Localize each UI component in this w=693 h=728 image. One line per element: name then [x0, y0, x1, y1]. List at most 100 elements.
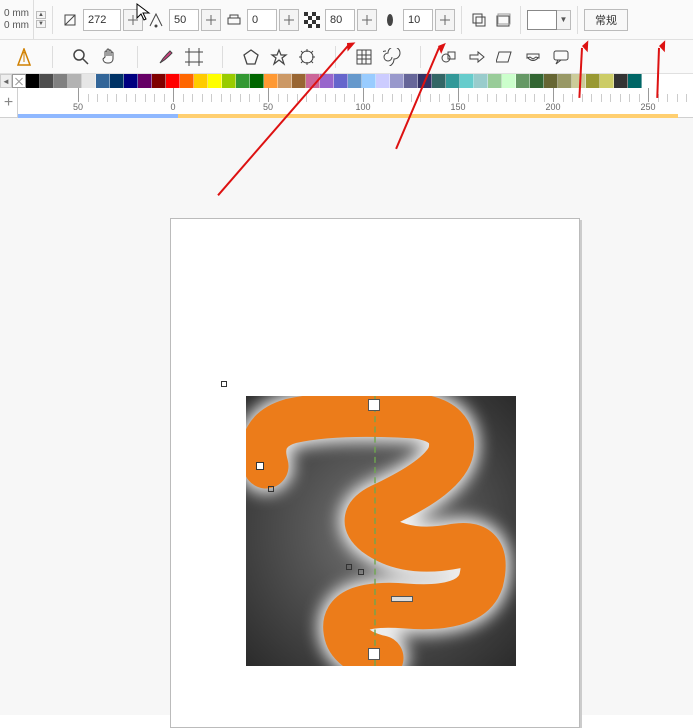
- polygon-icon[interactable]: [239, 45, 263, 69]
- palette-swatch[interactable]: [600, 74, 614, 88]
- palette-swatch[interactable]: [96, 74, 110, 88]
- chevron-down-icon[interactable]: ▼: [557, 10, 571, 30]
- palette-swatch[interactable]: [544, 74, 558, 88]
- vertical-guide[interactable]: [374, 396, 376, 666]
- palette-swatch[interactable]: [152, 74, 166, 88]
- artwork-background[interactable]: [246, 396, 516, 666]
- brush-stroke[interactable]: [246, 396, 516, 666]
- palette-swatch[interactable]: [614, 74, 628, 88]
- palette-swatch[interactable]: [348, 74, 362, 88]
- palette-swatch[interactable]: [586, 74, 600, 88]
- palette-swatch[interactable]: [362, 74, 376, 88]
- palette-swatch[interactable]: [110, 74, 124, 88]
- palette-cells[interactable]: [26, 74, 642, 88]
- palette-swatch[interactable]: [320, 74, 334, 88]
- star-icon[interactable]: [267, 45, 291, 69]
- nib-size-input[interactable]: [83, 9, 121, 31]
- zoom-icon[interactable]: [69, 45, 93, 69]
- palette-swatch[interactable]: [558, 74, 572, 88]
- color-swatch[interactable]: [527, 10, 557, 30]
- stepper-down-icon[interactable]: ▼: [36, 20, 46, 28]
- pan-hand-icon[interactable]: [97, 45, 121, 69]
- complex-star-icon[interactable]: [295, 45, 319, 69]
- graph-paper-icon[interactable]: [352, 45, 376, 69]
- property-bar: 0 mm 0 mm ▲ ▼: [0, 0, 693, 40]
- palette-swatch[interactable]: [26, 74, 40, 88]
- color-swatch-dropdown[interactable]: ▼: [527, 10, 571, 30]
- tilt-nudge[interactable]: [201, 9, 221, 31]
- palette-swatch[interactable]: [572, 74, 586, 88]
- palette-swatch[interactable]: [404, 74, 418, 88]
- palette-swatch[interactable]: [138, 74, 152, 88]
- stepper-up-icon[interactable]: ▲: [36, 11, 46, 19]
- palette-swatch[interactable]: [502, 74, 516, 88]
- palette-swatch[interactable]: [82, 74, 96, 88]
- palette-swatch[interactable]: [530, 74, 544, 88]
- arrow-shapes-icon[interactable]: [465, 45, 489, 69]
- palette-swatch[interactable]: [250, 74, 264, 88]
- feather-nudge[interactable]: [435, 9, 455, 31]
- crop-guides-icon[interactable]: [182, 45, 206, 69]
- palette-swatch[interactable]: [40, 74, 54, 88]
- selection-handle-bottom[interactable]: [368, 648, 380, 660]
- palette-swatch[interactable]: [124, 74, 138, 88]
- palette-swatch[interactable]: [460, 74, 474, 88]
- palette-swatch[interactable]: [166, 74, 180, 88]
- palette-swatch[interactable]: [222, 74, 236, 88]
- divider: [137, 46, 138, 68]
- antialias-toggle[interactable]: [468, 9, 490, 31]
- ruler-origin-icon[interactable]: +: [0, 88, 18, 118]
- nib-size-nudge[interactable]: [123, 9, 143, 31]
- node-handle[interactable]: [256, 462, 264, 470]
- direction-indicator: [391, 596, 413, 602]
- callout-shapes-icon[interactable]: [549, 45, 573, 69]
- palette-swatch[interactable]: [516, 74, 530, 88]
- palette-swatch[interactable]: [446, 74, 460, 88]
- divider: [420, 46, 421, 68]
- bearing-nudge[interactable]: [279, 9, 299, 31]
- palette-scroll-left[interactable]: ◄: [0, 74, 12, 88]
- palette-swatch[interactable]: [418, 74, 432, 88]
- feather-input[interactable]: [403, 9, 433, 31]
- palette-swatch[interactable]: [54, 74, 68, 88]
- blend-mode-dropdown[interactable]: 常规: [584, 9, 628, 31]
- color-palette[interactable]: ◄: [0, 74, 693, 88]
- bounding-toggle[interactable]: [492, 9, 514, 31]
- spiral-icon[interactable]: [380, 45, 404, 69]
- node-marker[interactable]: [268, 486, 274, 492]
- palette-swatch[interactable]: [278, 74, 292, 88]
- node-marker[interactable]: [346, 564, 352, 570]
- palette-swatch[interactable]: [488, 74, 502, 88]
- feather-icon: [379, 9, 401, 31]
- palette-swatch[interactable]: [208, 74, 222, 88]
- opacity-nudge[interactable]: [357, 9, 377, 31]
- palette-swatch[interactable]: [292, 74, 306, 88]
- flowchart-shapes-icon[interactable]: [493, 45, 517, 69]
- palette-swatch[interactable]: [628, 74, 642, 88]
- palette-swatch[interactable]: [68, 74, 82, 88]
- node-marker[interactable]: [358, 569, 364, 575]
- palette-swatch[interactable]: [432, 74, 446, 88]
- palette-swatch[interactable]: [194, 74, 208, 88]
- palette-swatch[interactable]: [180, 74, 194, 88]
- palette-swatch[interactable]: [376, 74, 390, 88]
- basic-shapes-icon[interactable]: [437, 45, 461, 69]
- alignment-guides-icon[interactable]: [12, 45, 36, 69]
- palette-swatch[interactable]: [334, 74, 348, 88]
- palette-swatch[interactable]: [474, 74, 488, 88]
- banner-shapes-icon[interactable]: [521, 45, 545, 69]
- tilt-input[interactable]: [169, 9, 199, 31]
- canvas-area[interactable]: [0, 118, 693, 715]
- opacity-input[interactable]: [325, 9, 355, 31]
- no-color-swatch[interactable]: [12, 74, 26, 88]
- selection-handle-top[interactable]: [368, 399, 380, 411]
- color-eyedropper-icon[interactable]: [154, 45, 178, 69]
- palette-swatch[interactable]: [390, 74, 404, 88]
- palette-swatch[interactable]: [264, 74, 278, 88]
- palette-swatch[interactable]: [306, 74, 320, 88]
- divider: [52, 46, 53, 68]
- position-steppers[interactable]: ▲ ▼: [36, 11, 46, 28]
- bearing-input[interactable]: [247, 9, 277, 31]
- node-marker[interactable]: [221, 381, 227, 387]
- palette-swatch[interactable]: [236, 74, 250, 88]
